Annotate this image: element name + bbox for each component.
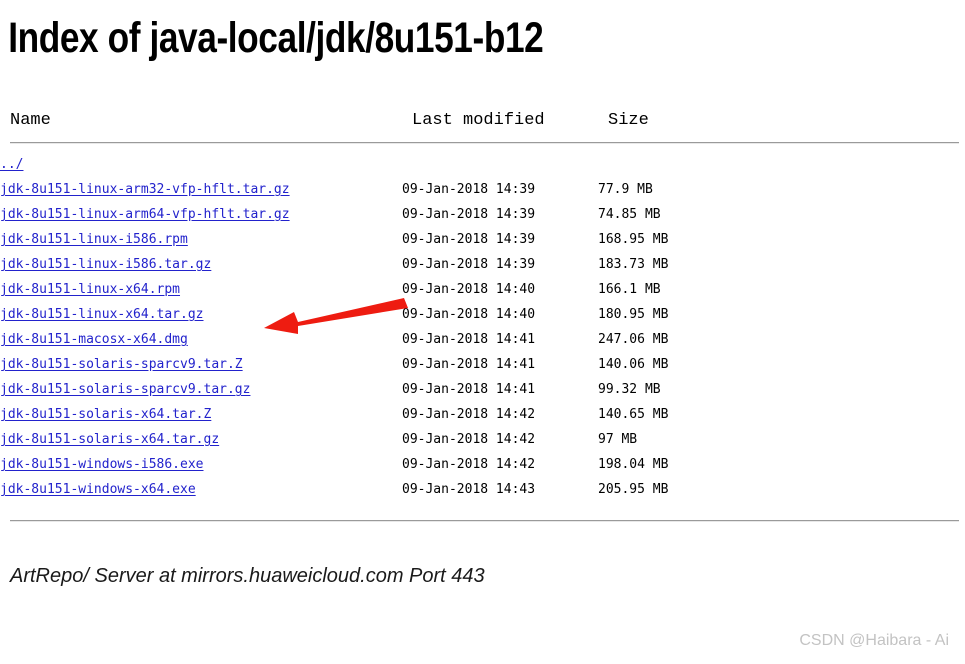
file-link[interactable]: jdk-8u151-linux-i586.rpm [0,232,188,247]
file-name-cell: jdk-8u151-solaris-sparcv9.tar.gz [0,382,402,397]
file-size-cell: 74.85 MB [598,207,661,222]
file-modified-cell: 09-Jan-2018 14:40 [402,307,536,322]
column-header-name: Name [10,111,51,130]
table-row[interactable]: jdk-8u151-solaris-sparcv9.tar.Z 09-Jan-20… [0,357,965,382]
listing-header-row: Name Last modified Size [10,108,965,133]
directory-listing: Name Last modified Size ../ jdk-8u151-linux… [0,108,965,531]
file-modified-cell: 09-Jan-2018 14:40 [402,282,536,297]
table-row[interactable]: jdk-8u151-solaris-x64.tar.Z 09-Jan-2018 1… [0,407,965,432]
file-name-cell: jdk-8u151-linux-arm64-vfp-hflt.tar.gz [0,207,402,222]
file-modified-cell: 09-Jan-2018 14:41 [402,382,536,397]
table-row[interactable]: jdk-8u151-linux-i586.rpm 09-Jan-2018 14:3… [0,232,965,257]
table-row[interactable]: jdk-8u151-windows-x64.exe 09-Jan-2018 14:… [0,482,965,507]
file-modified-cell: 09-Jan-2018 14:42 [402,432,536,447]
file-name-cell: jdk-8u151-linux-x64.rpm [0,282,402,297]
file-name-cell: jdk-8u151-windows-i586.exe [0,457,402,472]
file-modified-cell: 09-Jan-2018 14:39 [402,182,536,197]
file-size-cell: 183.73 MB [598,257,669,272]
listing-pre: Name Last modified Size [0,108,965,133]
footer-divider [10,520,959,522]
file-modified-cell: 09-Jan-2018 14:42 [402,457,536,472]
file-link[interactable]: jdk-8u151-macosx-x64.dmg [0,332,188,347]
file-modified-cell: 09-Jan-2018 14:41 [402,357,536,372]
parent-directory-cell: ../ [0,157,402,172]
file-size-cell: 140.65 MB [598,407,669,422]
column-header-last-modified: Last modified [412,111,545,130]
file-link[interactable]: jdk-8u151-solaris-sparcv9.tar.Z [0,357,243,372]
file-modified-cell: 09-Jan-2018 14:42 [402,407,536,422]
file-modified-cell: 09-Jan-2018 14:39 [402,207,536,222]
file-name-cell: jdk-8u151-linux-i586.rpm [0,232,402,247]
page-title: Index of java-local/jdk/8u151-b12 [8,14,544,62]
watermark-text: CSDN @Haibara - Ai [799,632,949,649]
file-link[interactable]: jdk-8u151-windows-x64.exe [0,482,196,497]
file-size-cell: 140.06 MB [598,357,669,372]
table-row[interactable]: jdk-8u151-solaris-sparcv9.tar.gz 09-Jan-2… [0,382,965,407]
file-name-cell: jdk-8u151-macosx-x64.dmg [0,332,402,347]
file-link[interactable]: jdk-8u151-solaris-x64.tar.gz [0,432,219,447]
file-size-cell: 205.95 MB [598,482,669,497]
file-modified-cell: 09-Jan-2018 14:39 [402,257,536,272]
file-name-cell: jdk-8u151-solaris-sparcv9.tar.Z [0,357,402,372]
file-modified-cell: 09-Jan-2018 14:41 [402,332,536,347]
file-name-cell: jdk-8u151-solaris-x64.tar.Z [0,407,402,422]
file-size-cell: 166.1 MB [598,282,661,297]
file-link[interactable]: jdk-8u151-solaris-x64.tar.Z [0,407,211,422]
file-name-cell: jdk-8u151-solaris-x64.tar.gz [0,432,402,447]
file-name-cell: jdk-8u151-linux-i586.tar.gz [0,257,402,272]
file-modified-cell: 09-Jan-2018 14:43 [402,482,536,497]
file-size-cell: 180.95 MB [598,307,669,322]
file-modified-cell: 09-Jan-2018 14:39 [402,232,536,247]
file-name-cell: jdk-8u151-windows-x64.exe [0,482,402,497]
column-header-size: Size [608,111,649,130]
table-row[interactable]: jdk-8u151-windows-i586.exe 09-Jan-2018 14… [0,457,965,482]
file-link[interactable]: jdk-8u151-windows-i586.exe [0,457,204,472]
file-link[interactable]: jdk-8u151-linux-i586.tar.gz [0,257,211,272]
file-size-cell: 99.32 MB [598,382,661,397]
table-row[interactable]: jdk-8u151-solaris-x64.tar.gz 09-Jan-2018 … [0,432,965,457]
file-size-cell: 77.9 MB [598,182,653,197]
table-row[interactable]: jdk-8u151-linux-arm64-vfp-hflt.tar.gz 09-… [0,207,965,232]
file-size-cell: 97 MB [598,432,638,447]
file-link[interactable]: jdk-8u151-solaris-sparcv9.tar.gz [0,382,250,397]
listing-body: ../ jdk-8u151-linux-arm32-vfp-hflt.tar.gz… [0,157,965,507]
server-signature: ArtRepo/ Server at mirrors.huaweicloud.c… [10,565,485,587]
table-row[interactable]: jdk-8u151-linux-x64.tar.gz 09-Jan-2018 14… [0,307,965,332]
file-link[interactable]: jdk-8u151-linux-arm64-vfp-hflt.tar.gz [0,207,290,222]
file-size-cell: 198.04 MB [598,457,669,472]
file-size-cell: 168.95 MB [598,232,669,247]
file-link[interactable]: jdk-8u151-linux-x64.rpm [0,282,180,297]
file-link[interactable]: jdk-8u151-linux-x64.tar.gz [0,307,204,322]
file-name-cell: jdk-8u151-linux-arm32-vfp-hflt.tar.gz [0,182,402,197]
file-size-cell: 247.06 MB [598,332,669,347]
header-divider [10,142,959,144]
file-name-cell: jdk-8u151-linux-x64.tar.gz [0,307,402,322]
list-item-parent[interactable]: ../ [0,157,965,182]
table-row-highlighted[interactable]: jdk-8u151-linux-x64.rpm 09-Jan-2018 14:40… [0,282,965,307]
parent-directory-link[interactable]: ../ [0,157,23,172]
table-row[interactable]: jdk-8u151-linux-arm32-vfp-hflt.tar.gz 09-… [0,182,965,207]
table-row[interactable]: jdk-8u151-linux-i586.tar.gz 09-Jan-2018 1… [0,257,965,282]
file-link[interactable]: jdk-8u151-linux-arm32-vfp-hflt.tar.gz [0,182,290,197]
table-row[interactable]: jdk-8u151-macosx-x64.dmg 09-Jan-2018 14:4… [0,332,965,357]
